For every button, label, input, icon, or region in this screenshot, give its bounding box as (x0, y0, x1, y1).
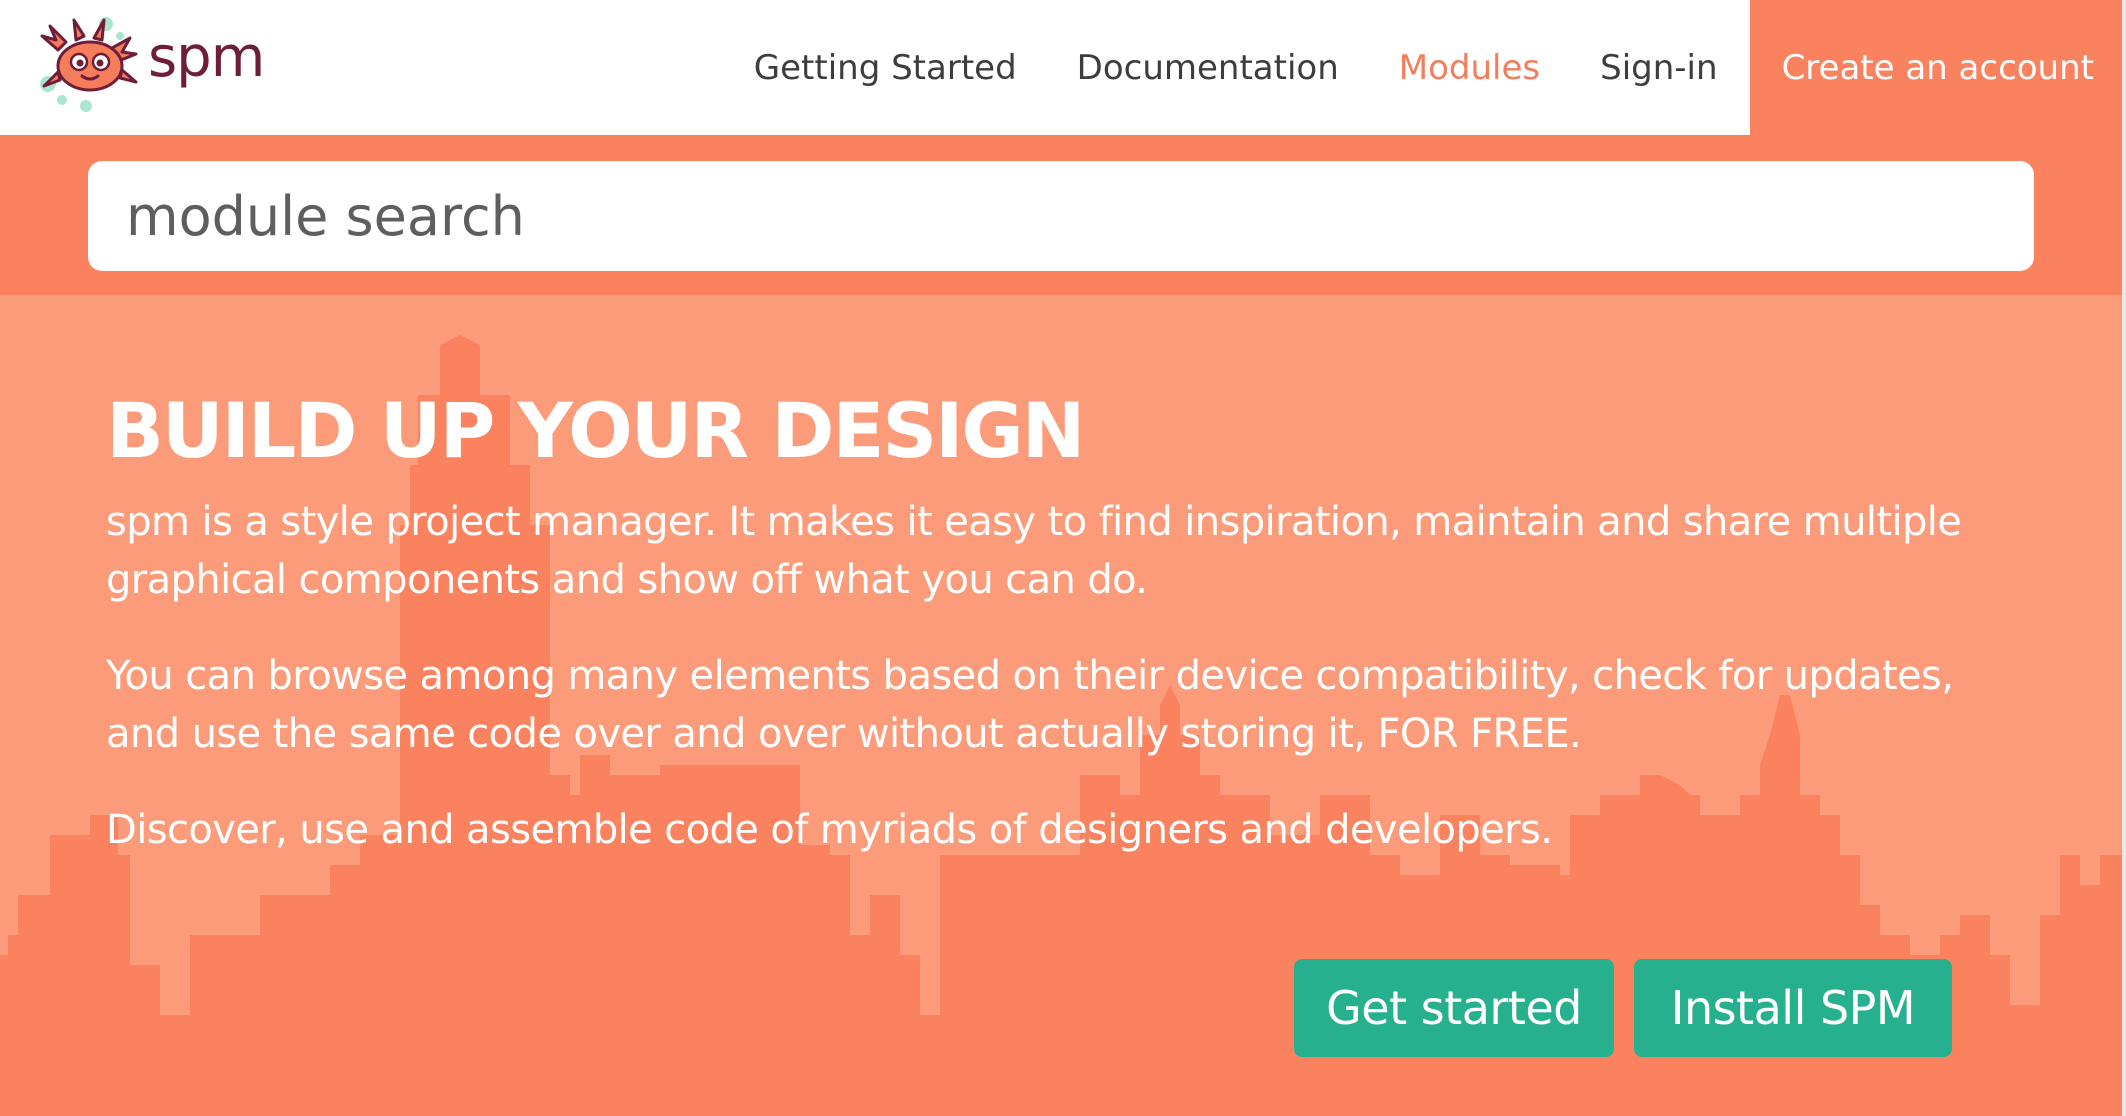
hero-paragraph-intro: spm is a style project manager. It makes… (106, 499, 1962, 603)
get-started-button[interactable]: Get started (1294, 959, 1614, 1057)
site-header: spm Getting Started Documentation Module… (0, 0, 2126, 135)
search-bar (0, 135, 2122, 295)
spm-mascot-icon (40, 17, 138, 112)
hero-section: BUILD UP YOUR DESIGN spm is a style proj… (0, 295, 2122, 1116)
nav-documentation[interactable]: Documentation (1047, 0, 1369, 135)
main-nav: Getting Started Documentation Modules Si… (724, 0, 2126, 135)
nav-modules[interactable]: Modules (1369, 0, 1570, 135)
nav-getting-started[interactable]: Getting Started (724, 0, 1047, 135)
module-search-input[interactable] (88, 161, 2034, 271)
install-spm-button[interactable]: Install SPM (1634, 959, 1952, 1057)
hero-paragraph-discover: Discover, use and assemble code of myria… (106, 807, 1553, 853)
create-account-button[interactable]: Create an account (1749, 0, 2126, 135)
hero-paragraph-browse: You can browse among many elements based… (106, 653, 1954, 757)
logo-link[interactable]: spm (36, 10, 276, 120)
hero-title: BUILD UP YOUR DESIGN (106, 386, 1085, 475)
page: spm Getting Started Documentation Module… (0, 0, 2126, 1116)
nav-sign-in[interactable]: Sign-in (1570, 0, 1747, 135)
brand-name: spm (148, 25, 265, 90)
window-edge (2122, 0, 2126, 1116)
